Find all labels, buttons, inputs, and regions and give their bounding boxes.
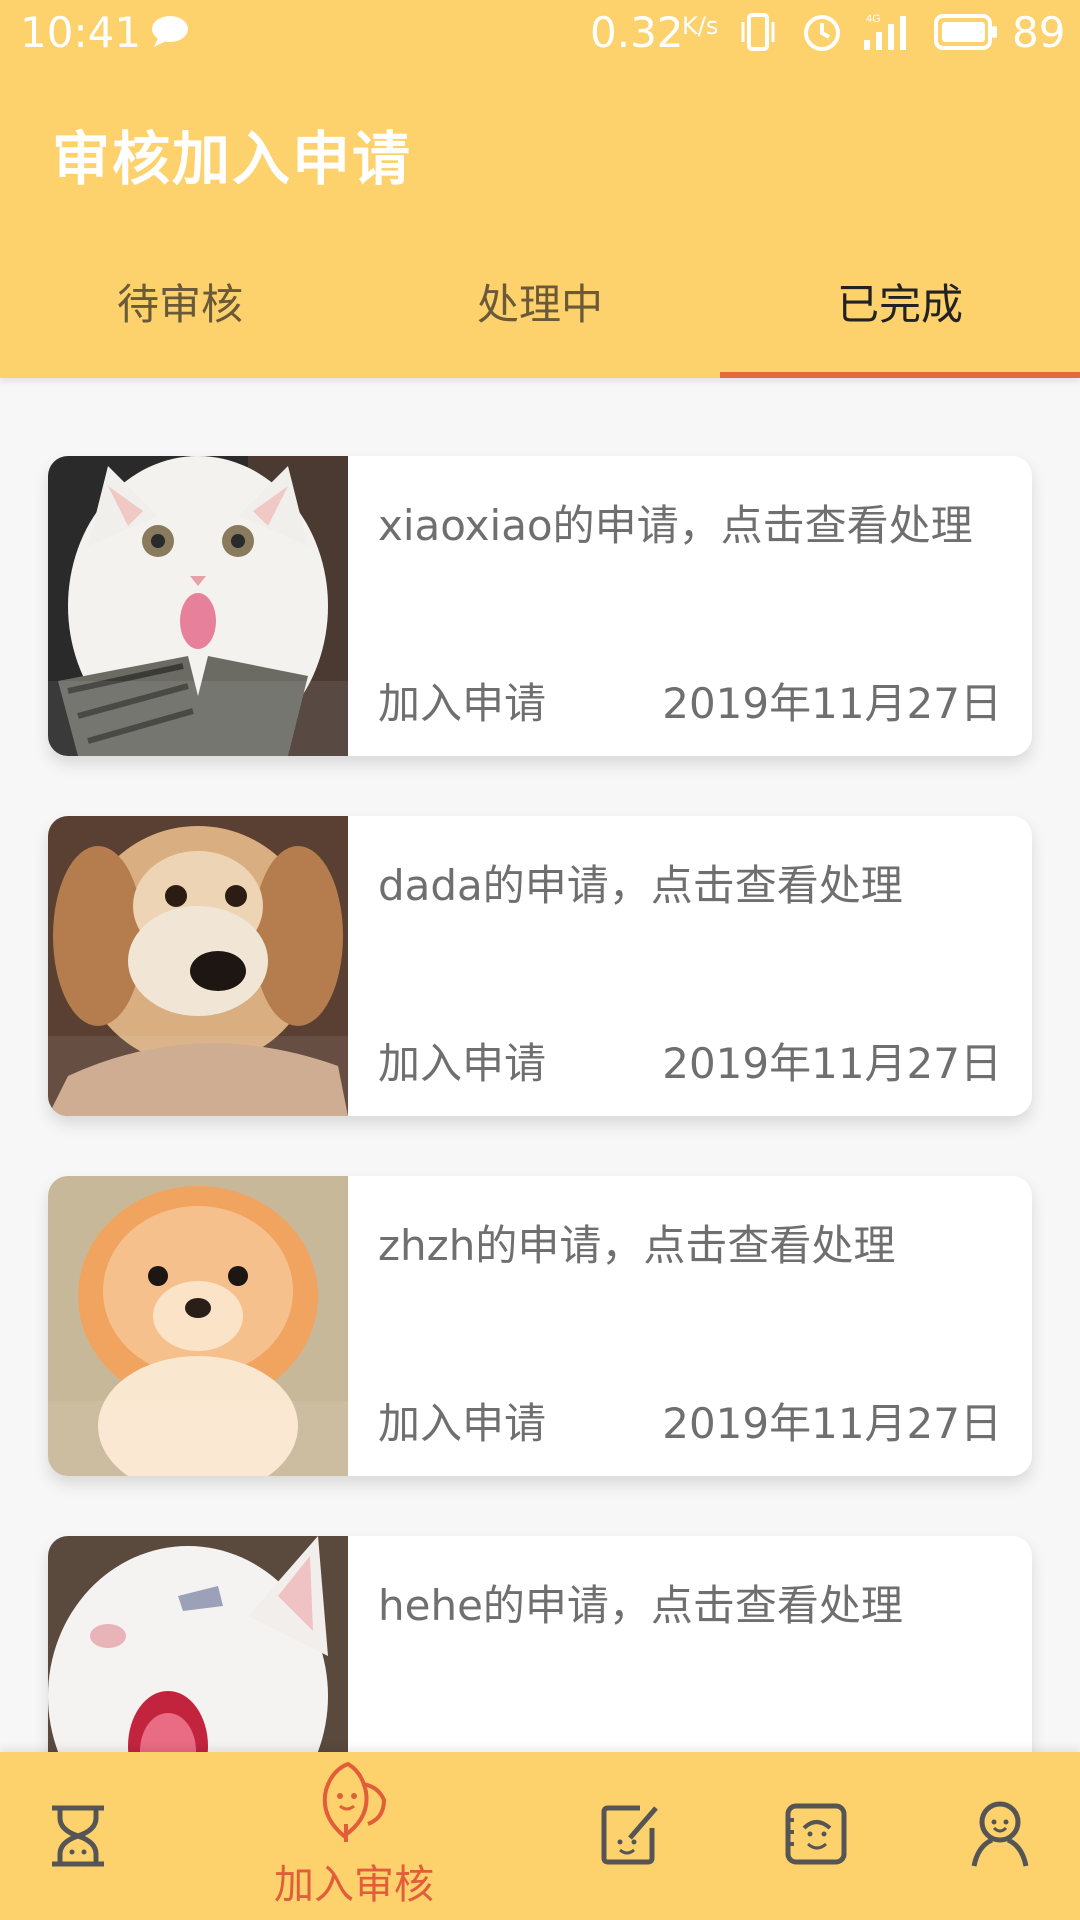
application-card[interactable]: zhzh的申请，点击查看处理 加入申请 2019年11月27日: [48, 1176, 1032, 1476]
chat-icon: [152, 16, 188, 47]
application-title: zhzh的申请，点击查看处理: [378, 1221, 896, 1270]
nav-item-profile[interactable]: [940, 1752, 1060, 1920]
svg-text:4G: 4G: [866, 13, 881, 25]
app-header: 10:41 0.32 K/s 4G 89 审核加入申请: [0, 0, 1080, 232]
application-card[interactable]: xiaoxiao的申请，点击查看处理 加入申请 2019年11月27日: [48, 456, 1032, 756]
application-title: xiaoxiao的申请，点击查看处理: [378, 501, 973, 550]
application-type: 加入申请: [378, 1399, 547, 1448]
application-card[interactable]: dada的申请，点击查看处理 加入申请 2019年11月27日: [48, 816, 1032, 1116]
status-bar: 10:41 0.32 K/s 4G 89: [0, 0, 1080, 68]
nav-item-hourglass[interactable]: [0, 1752, 156, 1920]
alarm-icon: [804, 15, 840, 51]
edit-note-icon: [601, 1805, 658, 1865]
leaf-face-icon: [322, 1762, 387, 1842]
signal-4g-icon: 4G: [864, 13, 906, 50]
tab-pending[interactable]: 待审核: [0, 232, 360, 378]
application-date: 2019年11月27日: [662, 679, 1002, 728]
application-type: 加入申请: [378, 1039, 547, 1088]
application-type: 加入申请: [378, 679, 547, 728]
nav-item-faces[interactable]: [756, 1752, 876, 1920]
nav-label-join-review: 加入审核: [274, 1862, 434, 1908]
status-time: 10:41: [20, 8, 142, 57]
application-title: hehe的申请，点击查看处理: [378, 1581, 903, 1630]
vibrate-icon: [741, 13, 775, 51]
applicant-avatar: [48, 816, 348, 1116]
network-speed-unit: K/s: [682, 12, 719, 40]
status-tabs: 待审核 处理中 已完成: [0, 232, 1080, 378]
application-date: 2019年11月27日: [662, 1039, 1002, 1088]
bottom-navigation: 加入审核: [0, 1752, 1080, 1920]
application-date: 2019年11月27日: [662, 1399, 1002, 1448]
applicant-avatar: [48, 456, 348, 756]
battery-percent: 89: [1012, 8, 1066, 57]
application-title: dada的申请，点击查看处理: [378, 861, 903, 910]
applicant-avatar: [48, 1176, 348, 1476]
applicant-avatar: [48, 1536, 348, 1752]
application-card[interactable]: hehe的申请，点击查看处理: [48, 1536, 1032, 1752]
tab-completed[interactable]: 已完成: [720, 232, 1080, 378]
nav-item-join-review[interactable]: 加入审核: [214, 1752, 494, 1920]
application-list[interactable]: xiaoxiao的申请，点击查看处理 加入申请 2019年11月27日 dada…: [0, 378, 1080, 1752]
network-speed: 0.32: [590, 8, 684, 57]
profile-icon: [971, 1801, 1029, 1867]
face-list-icon: [785, 1803, 847, 1865]
nav-item-edit[interactable]: [570, 1752, 690, 1920]
hourglass-icon: [52, 1805, 104, 1867]
page-title: 审核加入申请: [52, 125, 413, 193]
tab-processing[interactable]: 处理中: [360, 232, 720, 378]
battery-icon: [934, 14, 997, 50]
